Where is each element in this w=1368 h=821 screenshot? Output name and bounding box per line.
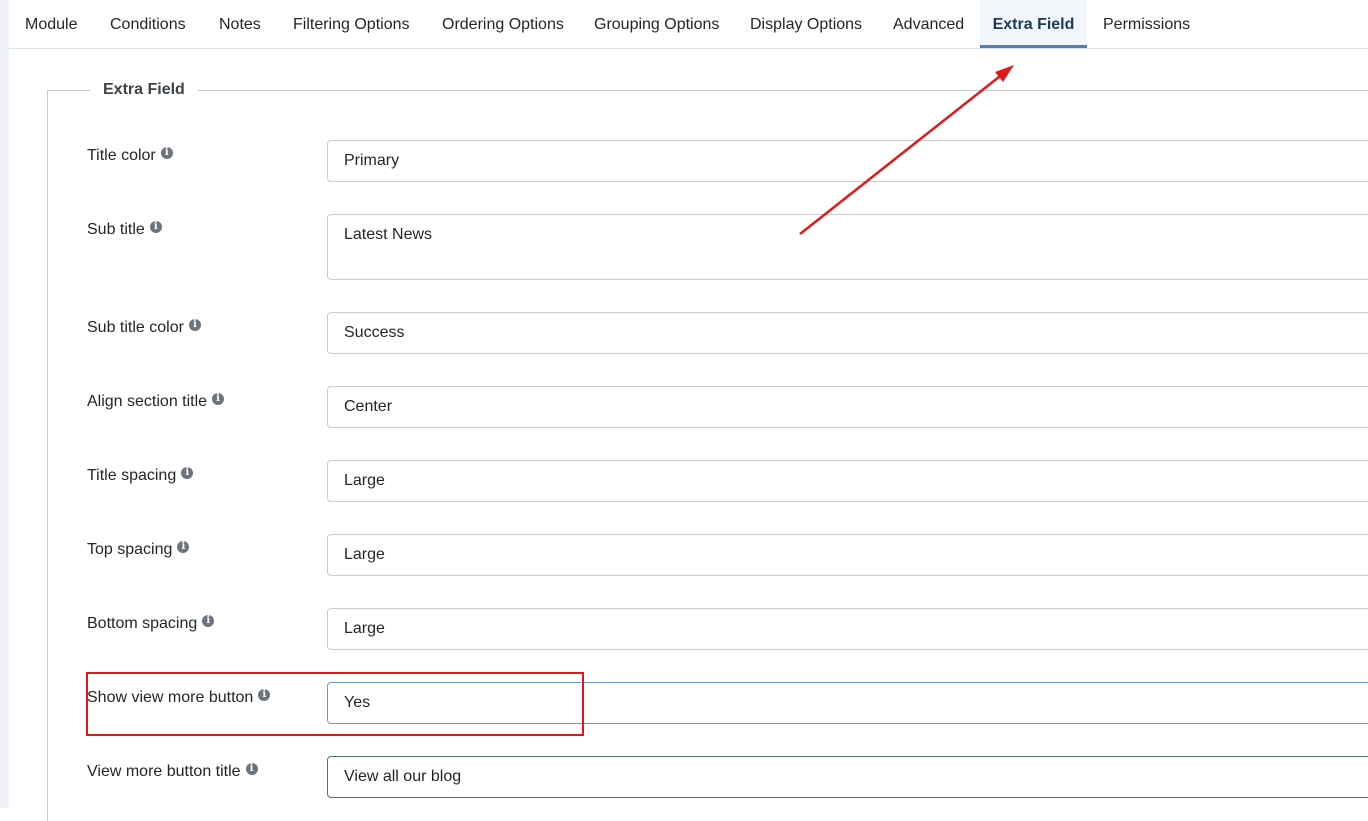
- title-spacing-label: Title spacing i: [87, 466, 194, 486]
- sub-title-label: Sub title i: [87, 220, 162, 240]
- info-icon[interactable]: i: [160, 147, 173, 159]
- info-icon[interactable]: i: [188, 319, 201, 331]
- fieldset-legend: Extra Field: [90, 80, 198, 100]
- info-icon[interactable]: i: [181, 467, 194, 479]
- tab-ordering-options[interactable]: Ordering Options: [442, 0, 564, 48]
- bottom-spacing-select[interactable]: Large: [327, 608, 1368, 650]
- view-more-button-title-input[interactable]: View all our blog: [327, 756, 1368, 798]
- tab-permissions[interactable]: Permissions: [1103, 0, 1190, 48]
- sub-title-color-label: Sub title color i: [87, 318, 201, 338]
- title-spacing-select[interactable]: Large: [327, 460, 1368, 502]
- top-spacing-select[interactable]: Large: [327, 534, 1368, 576]
- sub-title-textarea[interactable]: Latest News: [327, 214, 1368, 280]
- info-icon[interactable]: i: [212, 393, 225, 405]
- title-color-label: Title color i: [87, 146, 173, 166]
- title-color-select[interactable]: Primary: [327, 140, 1368, 182]
- sub-title-color-select[interactable]: Success: [327, 312, 1368, 354]
- info-icon[interactable]: i: [177, 541, 190, 553]
- bottom-spacing-label: Bottom spacing i: [87, 614, 215, 634]
- align-section-title-label: Align section title i: [87, 392, 225, 412]
- tab-conditions[interactable]: Conditions: [110, 0, 186, 48]
- left-gutter: [0, 0, 9, 808]
- tab-grouping-options[interactable]: Grouping Options: [594, 0, 719, 48]
- tab-advanced[interactable]: Advanced: [893, 0, 964, 48]
- tab-extra-field[interactable]: Extra Field: [980, 0, 1087, 48]
- tab-display-options[interactable]: Display Options: [750, 0, 862, 48]
- top-spacing-label: Top spacing i: [87, 540, 190, 560]
- view-more-button-title-label: View more button title i: [87, 762, 258, 782]
- info-icon[interactable]: i: [202, 615, 215, 627]
- arrow-head-icon: [995, 65, 1014, 82]
- highlight-box: [86, 672, 584, 736]
- info-icon[interactable]: i: [149, 221, 162, 233]
- tab-filtering-options[interactable]: Filtering Options: [293, 0, 410, 48]
- align-section-title-select[interactable]: Center: [327, 386, 1368, 428]
- tab-module[interactable]: Module: [25, 0, 77, 48]
- info-icon[interactable]: i: [245, 763, 258, 775]
- tab-bar: Module Conditions Notes Filtering Option…: [9, 0, 1368, 49]
- tab-notes[interactable]: Notes: [219, 0, 261, 48]
